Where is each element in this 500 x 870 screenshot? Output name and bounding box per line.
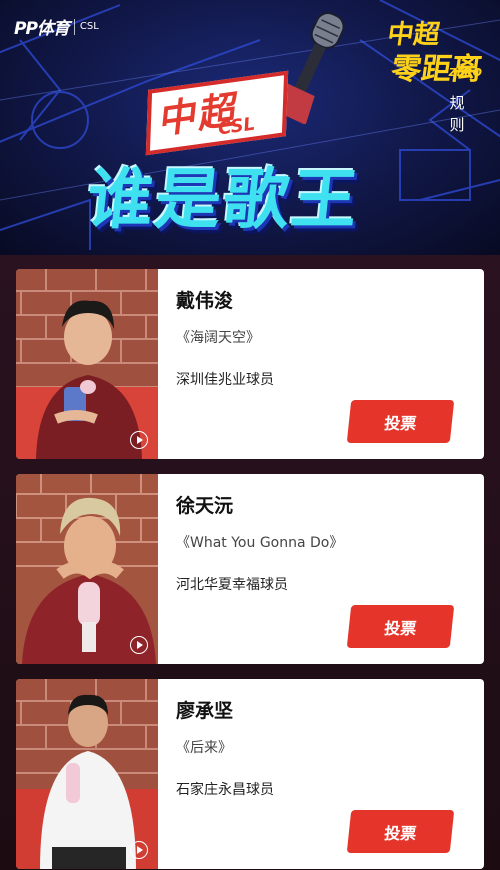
vote-button[interactable]: 投票: [346, 605, 455, 648]
player-team: 石家庄永昌球员: [176, 782, 274, 798]
player-team: 深圳佳兆业球员: [176, 372, 274, 388]
vote-button[interactable]: 投票: [346, 810, 455, 853]
play-icon[interactable]: [130, 431, 148, 449]
zero-distance-logo: 中超 零距离 ZERO: [386, 14, 486, 87]
video-thumbnail[interactable]: [16, 269, 158, 459]
contestant-card: 徐天沅 《What You Gonna Do》 河北华夏幸福球员 投票: [16, 474, 484, 664]
logo-divider: [73, 18, 75, 35]
player-team: 河北华夏幸福球员: [176, 577, 288, 593]
contestant-card: 戴伟浚 《海阔天空》 深圳佳兆业球员 投票: [16, 269, 484, 459]
vote-button[interactable]: 投票: [346, 400, 455, 443]
video-thumbnail[interactable]: [16, 474, 158, 664]
brand-name: PP体育: [14, 19, 70, 39]
page-title: 谁是歌王: [83, 161, 364, 238]
header-banner: PP体育 CSL 中超 零距离 ZERO 规则 中超 CSL 谁是歌王: [0, 0, 500, 255]
video-thumbnail[interactable]: [16, 679, 158, 869]
song-title: 《后来》: [176, 740, 232, 756]
contestant-list: 戴伟浚 《海阔天空》 深圳佳兆业球员 投票 徐天沅 《What You Gonn…: [0, 255, 500, 870]
player-name: 徐天沅: [176, 495, 234, 517]
play-icon[interactable]: [130, 636, 148, 654]
csl-logo: CSL: [79, 21, 99, 32]
player-name: 戴伟浚: [176, 290, 234, 312]
pp-sports-logo: PP体育 CSL: [14, 14, 99, 39]
song-title: 《What You Gonna Do》: [176, 535, 344, 551]
play-icon[interactable]: [130, 841, 148, 859]
zero-logo-sub: ZERO: [448, 66, 482, 79]
player-name: 廖承坚: [176, 700, 234, 722]
song-title: 《海阔天空》: [176, 330, 260, 346]
rules-link[interactable]: 规则: [448, 92, 466, 136]
contestant-card: 廖承坚 《后来》 石家庄永昌球员 投票: [16, 679, 484, 869]
